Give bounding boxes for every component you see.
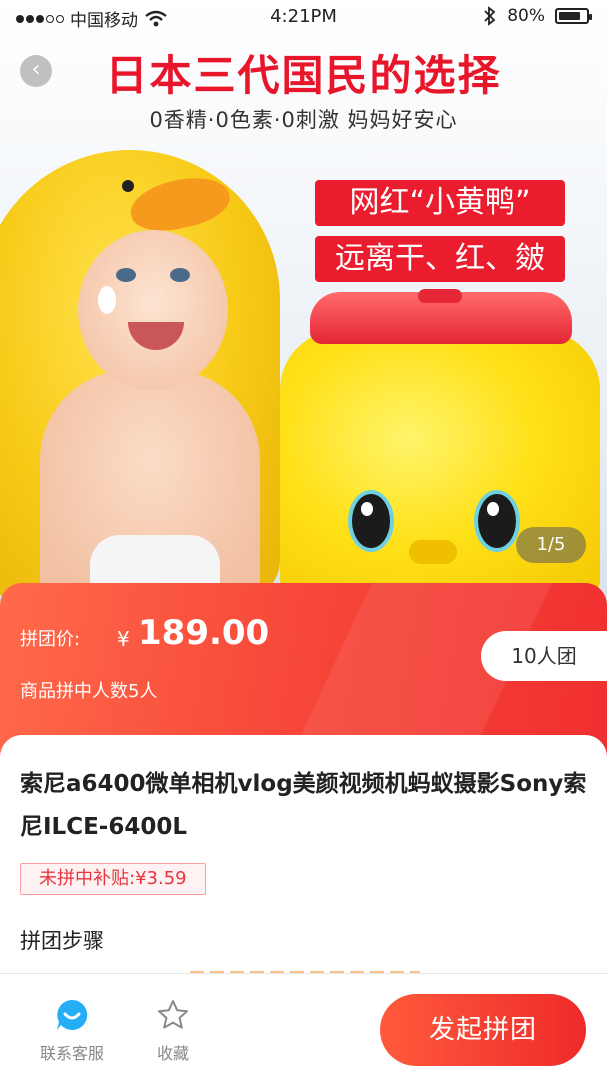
baby-eye [116,268,136,282]
hero-tag-benefit: 远离干、红、皴 [315,236,565,282]
hero-subtitle: 0香精·0色素·0刺激 妈妈好安心 [149,108,458,132]
group-price-label: 拼团价: [20,629,81,650]
chevron-left-icon: ‹ [31,57,41,82]
group-size-badge: 10人团 [481,631,607,681]
carousel-page-indicator: 1/5 [516,527,586,563]
battery-icon [555,8,592,24]
group-member-count: 商品拼中人数5人 [20,681,158,702]
hero-banner[interactable]: ‹ 日本三代国民的选择 0香精·0色素·0刺激 妈妈好安心 网红“小黄鸭” 远离… [0,0,607,600]
hero-title: 日本三代国民的选择 [105,51,502,100]
favorite-label: 收藏 [156,1044,189,1063]
status-bar: 中国移动 4:21PM 80% [0,0,607,36]
favorite-button[interactable]: 收藏 [128,998,218,1064]
customer-service-label: 联系客服 [39,1044,104,1063]
subsidy-badge: 未拼中补贴:¥3.59 [20,863,206,895]
group-steps-heading: 拼团步骤 [20,929,104,953]
duck-jar-eye [474,490,520,552]
battery-fill [559,12,580,20]
bottom-action-bar: 联系客服 收藏 发起拼团 [0,973,607,1080]
start-group-buy-button[interactable]: 发起拼团 [380,994,586,1066]
baby-mouth [128,322,184,350]
hood-eye [122,180,134,192]
group-price-value: 189.00 [138,613,270,653]
baby-eye [170,268,190,282]
bluetooth-icon [484,6,496,26]
customer-service-icon [57,999,88,1030]
star-icon [158,1000,188,1029]
status-right: 80% [483,6,592,26]
cream-dab [98,286,116,314]
customer-service-button[interactable]: 联系客服 [27,998,117,1064]
hero-tag-duck: 网红“小黄鸭” [315,180,565,226]
duck-jar-mouth [409,540,457,564]
product-title: 索尼a6400微单相机vlog美颜视频机蚂蚁摄影Sony索尼ILCE-6400L [20,771,587,840]
duck-jar-eye [348,490,394,552]
duck-jar-knob [418,289,462,303]
price-currency: ¥ [117,627,130,651]
battery-percent: 80% [507,6,545,26]
back-button[interactable]: ‹ [20,55,52,87]
